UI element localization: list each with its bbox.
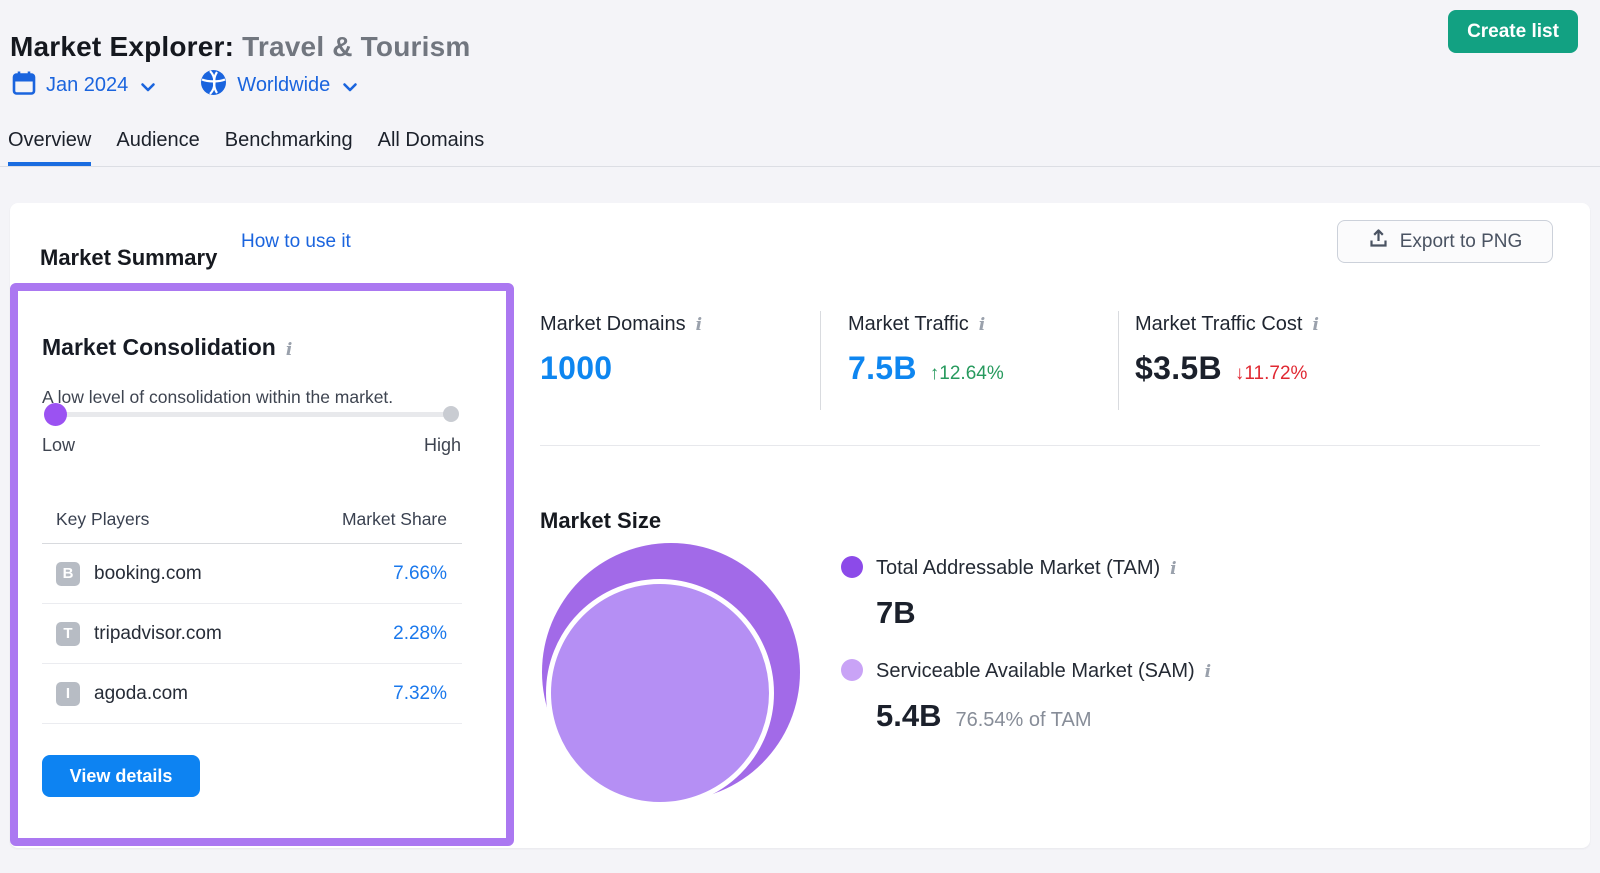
date-selector[interactable]: Jan 2024 bbox=[12, 70, 156, 102]
stat-label: Market Traffic i bbox=[848, 313, 1004, 336]
market-summary-title: Market Summary bbox=[40, 245, 217, 271]
sam-value-text: 5.4B bbox=[876, 698, 941, 734]
market-summary-card: Market Summary How to use it Export to P… bbox=[10, 203, 1590, 848]
market-traffic-value: 7.5B bbox=[848, 350, 917, 387]
date-label: Jan 2024 bbox=[46, 74, 128, 97]
sam-bubble bbox=[546, 579, 774, 807]
key-players-table: Key Players Market Share B booking.com 7… bbox=[42, 496, 462, 724]
table-row-booking[interactable]: B booking.com 7.66% bbox=[42, 544, 462, 604]
favicon-booking: B bbox=[56, 562, 80, 586]
globe-icon bbox=[200, 69, 227, 102]
domain-name: tripadvisor.com bbox=[94, 623, 222, 645]
market-traffic-cost-change: ↓11.72% bbox=[1235, 363, 1308, 385]
tam-legend-dot bbox=[841, 556, 863, 578]
info-icon[interactable]: i bbox=[979, 317, 985, 334]
market-share-column-header: Market Share bbox=[342, 509, 447, 530]
favicon-tripadvisor: T bbox=[56, 622, 80, 646]
tab-all-domains[interactable]: All Domains bbox=[378, 129, 485, 166]
stat-label-text: Market Domains bbox=[540, 313, 686, 335]
region-selector[interactable]: Worldwide bbox=[200, 69, 358, 102]
market-explorer-page: Market Explorer: Travel & Tourism Create… bbox=[0, 0, 1600, 873]
market-size-title: Market Size bbox=[540, 508, 661, 534]
meter-low-label: Low bbox=[42, 435, 75, 456]
stat-label: Market Traffic Cost i bbox=[1135, 313, 1319, 336]
market-consolidation-title: Market Consolidation i bbox=[42, 334, 292, 361]
meter-handle bbox=[44, 403, 67, 426]
meter-labels: Low High bbox=[42, 435, 461, 456]
domain-name: agoda.com bbox=[94, 683, 188, 705]
info-icon[interactable]: i bbox=[1205, 664, 1211, 681]
market-domains-value: 1000 bbox=[540, 350, 612, 387]
region-label: Worldwide bbox=[237, 74, 330, 97]
view-details-button[interactable]: View details bbox=[42, 755, 200, 797]
market-size-bubble-chart bbox=[540, 543, 802, 805]
page-title-prefix: Market Explorer: bbox=[10, 31, 234, 62]
sam-value: 5.4B 76.54% of TAM bbox=[876, 698, 1091, 734]
info-icon[interactable]: i bbox=[286, 342, 292, 359]
sam-legend-label: Serviceable Available Market (SAM) i bbox=[876, 660, 1211, 683]
meter-high-label: High bbox=[424, 435, 461, 456]
create-list-button[interactable]: Create list bbox=[1448, 10, 1578, 53]
info-icon[interactable]: i bbox=[696, 317, 702, 334]
stat-market-domains: Market Domains i 1000 bbox=[540, 313, 702, 387]
market-traffic-cost-value: $3.5B bbox=[1135, 350, 1222, 387]
chevron-down-icon bbox=[342, 76, 358, 99]
calendar-icon bbox=[12, 70, 36, 102]
meter-track bbox=[55, 412, 451, 417]
stat-market-traffic-cost: Market Traffic Cost i $3.5B ↓11.72% bbox=[1135, 313, 1319, 387]
table-row-tripadvisor[interactable]: T tripadvisor.com 2.28% bbox=[42, 604, 462, 664]
stat-label-text: Market Traffic bbox=[848, 313, 969, 335]
how-to-use-link[interactable]: How to use it bbox=[241, 231, 351, 253]
stat-market-traffic: Market Traffic i 7.5B ↑12.64% bbox=[848, 313, 1004, 387]
key-players-column-header: Key Players bbox=[56, 509, 149, 530]
meter-end-dot bbox=[443, 406, 459, 422]
favicon-agoda: I bbox=[56, 682, 80, 706]
tam-legend-label: Total Addressable Market (TAM) i bbox=[876, 557, 1177, 580]
chevron-down-icon bbox=[140, 76, 156, 99]
key-players-header-row: Key Players Market Share bbox=[42, 496, 462, 544]
page-title: Market Explorer: Travel & Tourism bbox=[10, 31, 470, 63]
export-label: Export to PNG bbox=[1400, 231, 1523, 253]
tabbar-divider bbox=[0, 166, 1600, 167]
stat-divider bbox=[820, 311, 821, 410]
market-traffic-change: ↑12.64% bbox=[930, 363, 1004, 385]
tab-benchmarking[interactable]: Benchmarking bbox=[225, 129, 353, 166]
market-consolidation-panel: Market Consolidation i A low level of con… bbox=[10, 283, 514, 846]
info-icon[interactable]: i bbox=[1312, 317, 1318, 334]
stats-divider bbox=[540, 445, 1540, 446]
sam-percent-of-tam: 76.54% of TAM bbox=[955, 709, 1091, 732]
sam-label-text: Serviceable Available Market (SAM) bbox=[876, 660, 1195, 682]
page-title-market: Travel & Tourism bbox=[242, 31, 470, 62]
tab-bar: Overview Audience Benchmarking All Domai… bbox=[8, 129, 484, 166]
market-share-value: 2.28% bbox=[393, 623, 447, 645]
stat-divider bbox=[1118, 311, 1119, 410]
export-icon bbox=[1368, 228, 1389, 255]
market-share-value: 7.32% bbox=[393, 683, 447, 705]
table-row-agoda[interactable]: I agoda.com 7.32% bbox=[42, 664, 462, 724]
market-consolidation-title-text: Market Consolidation bbox=[42, 334, 276, 360]
tam-label-text: Total Addressable Market (TAM) bbox=[876, 557, 1160, 579]
sam-legend-dot bbox=[841, 659, 863, 681]
tam-value: 7B bbox=[876, 595, 916, 631]
stat-label: Market Domains i bbox=[540, 313, 702, 336]
domain-name: booking.com bbox=[94, 563, 202, 585]
tab-audience[interactable]: Audience bbox=[116, 129, 199, 166]
tab-overview[interactable]: Overview bbox=[8, 129, 91, 166]
market-share-value: 7.66% bbox=[393, 563, 447, 585]
stat-label-text: Market Traffic Cost bbox=[1135, 313, 1302, 335]
tam-value-text: 7B bbox=[876, 595, 916, 631]
consolidation-description: A low level of consolidation within the … bbox=[42, 387, 393, 408]
info-icon[interactable]: i bbox=[1170, 561, 1176, 578]
export-to-png-button[interactable]: Export to PNG bbox=[1337, 220, 1553, 263]
filters-bar: Jan 2024 Worldwide bbox=[12, 69, 358, 102]
